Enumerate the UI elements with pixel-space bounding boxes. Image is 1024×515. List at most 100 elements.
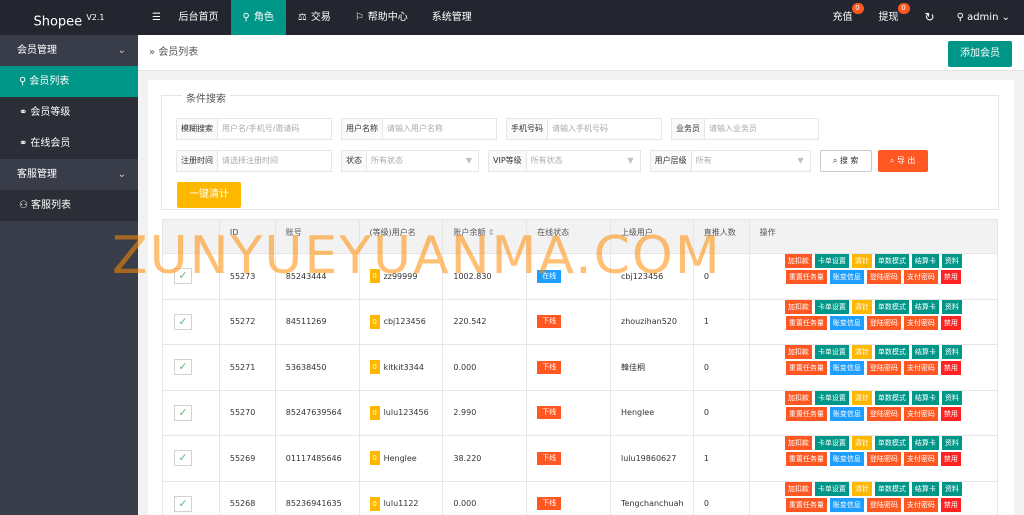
row-action-button[interactable]: 单数模式: [874, 345, 909, 359]
row-action-button[interactable]: 登陆密码: [866, 270, 901, 284]
row-action-button[interactable]: 登陆密码: [866, 406, 901, 421]
row-action-button[interactable]: 禁用: [940, 406, 961, 421]
row-action-button[interactable]: 支付密码: [903, 270, 938, 284]
row-action-button[interactable]: 重置任务量: [785, 361, 827, 375]
row-action-button[interactable]: 单数模式: [874, 390, 909, 405]
row-action-button[interactable]: 登陆密码: [866, 497, 901, 512]
row-action-button[interactable]: 卡单设置: [814, 436, 849, 450]
row-action-button[interactable]: 结算卡: [911, 390, 939, 405]
sidebar-group-service[interactable]: 客服管理 ⌄: [0, 159, 138, 190]
row-action-button[interactable]: 清针: [851, 436, 872, 450]
row-action-button[interactable]: 卡单设置: [814, 390, 849, 405]
withdraw-link[interactable]: 提现 0: [868, 0, 910, 35]
row-action-button[interactable]: 重置任务量: [785, 270, 827, 284]
row-action-button[interactable]: 登陆密码: [866, 315, 901, 330]
agent-input[interactable]: 请输入业务员: [704, 118, 819, 140]
row-action-button[interactable]: 单数模式: [874, 436, 909, 450]
row-action-button[interactable]: 账变信息: [829, 406, 864, 421]
nav-item-help[interactable]: ⚐ 帮助中心: [343, 0, 420, 35]
row-checkbox[interactable]: ✓: [174, 404, 192, 421]
row-action-button[interactable]: 结算卡: [911, 299, 939, 314]
row-action-button[interactable]: 重置任务量: [785, 406, 827, 421]
vip-select[interactable]: 所有状态 ▼: [525, 150, 641, 172]
row-action-button[interactable]: 账变信息: [829, 361, 864, 375]
row-action-button[interactable]: 清针: [851, 254, 872, 268]
sidebar-group-members[interactable]: 会员管理 ⌄: [0, 35, 138, 66]
user-menu[interactable]: ⚲ admin ⌄: [946, 0, 1024, 35]
refresh-icon[interactable]: ↻: [914, 0, 946, 35]
row-action-button[interactable]: 禁用: [940, 315, 961, 330]
row-action-button[interactable]: 资料: [941, 254, 962, 268]
row-action-button[interactable]: 账变信息: [829, 315, 864, 330]
row-action-button[interactable]: 加扣款: [784, 481, 812, 496]
phone-input[interactable]: 请输入手机号码: [547, 118, 662, 140]
nav-item-role[interactable]: ⚲ 角色: [230, 0, 286, 35]
username-input[interactable]: 请输入用户名称: [382, 118, 497, 140]
row-action-button[interactable]: 支付密码: [903, 497, 938, 512]
row-action-button[interactable]: 支付密码: [903, 315, 938, 330]
row-checkbox[interactable]: ✓: [174, 495, 192, 512]
row-action-button[interactable]: 登陆密码: [866, 452, 901, 466]
app-logo[interactable]: Shopee V2.1: [0, 0, 138, 35]
row-action-button[interactable]: 卡单设置: [814, 254, 849, 268]
row-action-button[interactable]: 禁用: [940, 452, 961, 466]
row-checkbox[interactable]: ✓: [174, 450, 192, 467]
row-action-button[interactable]: 卡单设置: [814, 345, 849, 359]
row-checkbox[interactable]: ✓: [174, 313, 192, 330]
row-action-button[interactable]: 账变信息: [829, 270, 864, 284]
row-action-button[interactable]: 结算卡: [911, 481, 939, 496]
row-action-button[interactable]: 账变信息: [829, 497, 864, 512]
row-action-button[interactable]: 清针: [851, 390, 872, 405]
row-action-button[interactable]: 加扣款: [784, 299, 812, 314]
row-action-button[interactable]: 资料: [941, 481, 962, 496]
username-text: lulu123456: [383, 408, 429, 418]
row-action-button[interactable]: 支付密码: [903, 361, 938, 375]
row-action-button[interactable]: 资料: [941, 299, 962, 314]
row-action-button[interactable]: 卡单设置: [814, 299, 849, 314]
row-action-button[interactable]: 禁用: [940, 497, 961, 512]
row-checkbox[interactable]: ✓: [174, 359, 192, 376]
row-action-button[interactable]: 禁用: [940, 270, 961, 284]
row-action-button[interactable]: 加扣款: [784, 254, 812, 268]
nav-item-trade[interactable]: ⚖ 交易: [286, 0, 343, 35]
row-action-button[interactable]: 登陆密码: [866, 361, 901, 375]
recharge-link[interactable]: 充值 0: [822, 0, 864, 35]
sidebar-item-online-members[interactable]: ⚭ 在线会员: [0, 128, 138, 159]
row-action-button[interactable]: 资料: [941, 390, 962, 405]
row-action-button[interactable]: 卡单设置: [814, 481, 849, 496]
row-action-button[interactable]: 结算卡: [911, 254, 939, 268]
row-action-button[interactable]: 加扣款: [784, 345, 812, 359]
regtime-input[interactable]: 请选择注册时间: [217, 150, 332, 172]
fuzzy-search-input[interactable]: 用户名/手机号/邀请码: [217, 118, 332, 140]
row-action-button[interactable]: 结算卡: [911, 436, 939, 450]
row-action-button[interactable]: 账变信息: [829, 452, 864, 466]
row-action-button[interactable]: 单数模式: [874, 481, 909, 496]
row-action-button[interactable]: 结算卡: [911, 345, 939, 359]
row-action-button[interactable]: 重置任务量: [785, 497, 827, 512]
row-action-button[interactable]: 清针: [851, 481, 872, 496]
search-button[interactable]: ⌕ 搜 索: [819, 150, 872, 172]
row-action-button[interactable]: 单数模式: [874, 299, 909, 314]
row-action-button[interactable]: 禁用: [940, 361, 961, 375]
sidebar-item-service-list[interactable]: ⚇ 客服列表: [0, 190, 138, 221]
row-action-button[interactable]: 重置任务量: [785, 452, 827, 466]
row-action-button[interactable]: 清针: [851, 345, 872, 359]
row-action-button[interactable]: 清针: [851, 299, 872, 314]
row-action-button[interactable]: 支付密码: [903, 406, 938, 421]
row-action-button[interactable]: 资料: [941, 436, 962, 450]
one-click-count-button[interactable]: 一键清计: [177, 182, 241, 208]
row-action-button[interactable]: 单数模式: [874, 254, 909, 268]
sidebar-item-member-level[interactable]: ⚭ 会员等级: [0, 97, 138, 128]
row-action-button[interactable]: 支付密码: [903, 452, 938, 466]
export-button[interactable]: ⌕ 导 出: [877, 150, 928, 172]
nav-item-home[interactable]: ☰ 后台首页: [140, 0, 231, 35]
status-select[interactable]: 所有状态 ▼: [366, 150, 479, 172]
row-action-button[interactable]: 加扣款: [784, 390, 812, 405]
level-select[interactable]: 所有 ▼: [690, 150, 811, 172]
row-action-button[interactable]: 重置任务量: [785, 315, 827, 330]
row-action-button[interactable]: 资料: [941, 345, 962, 359]
nav-item-system[interactable]: 系统管理: [420, 0, 484, 35]
row-action-button[interactable]: 加扣款: [784, 436, 812, 450]
sidebar-item-member-list[interactable]: ⚲ 会员列表: [0, 66, 138, 97]
add-member-button[interactable]: 添加会员: [948, 41, 1012, 67]
